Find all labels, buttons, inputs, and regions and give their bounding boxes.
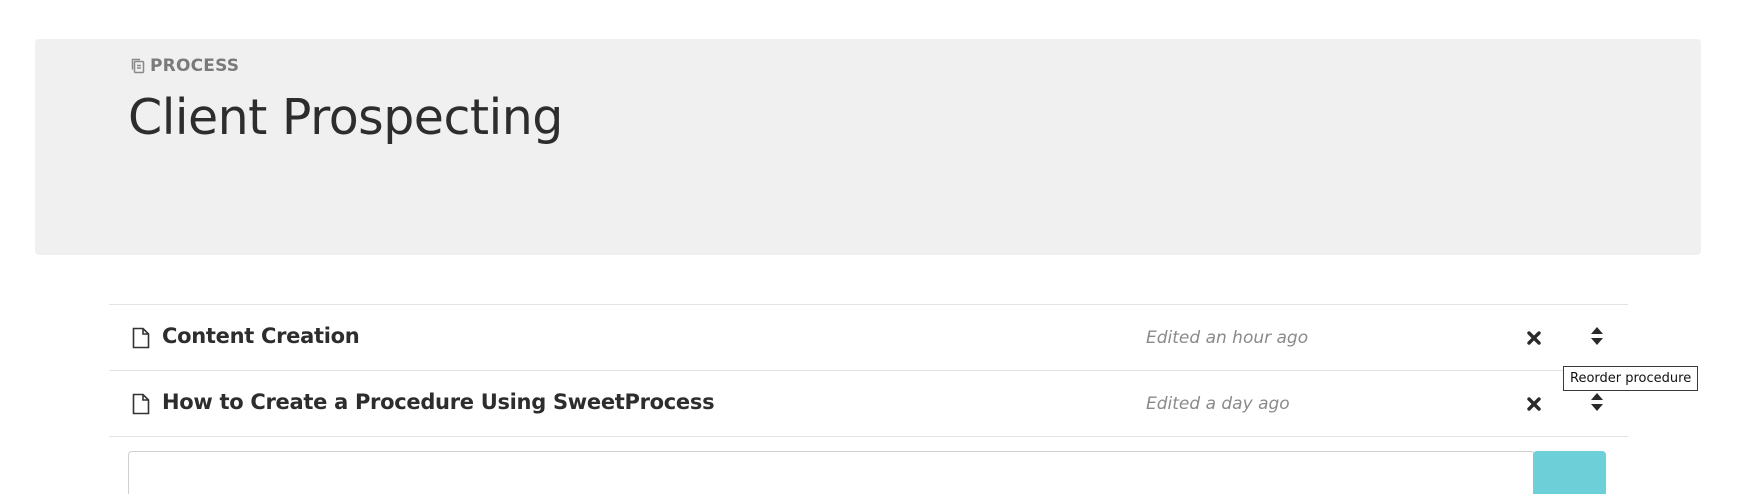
reorder-tooltip: Reorder procedure <box>1563 366 1699 391</box>
process-header: PROCESS Client Prospecting <box>35 39 1701 255</box>
reorder-handle[interactable] <box>1589 389 1605 415</box>
procedure-title-link[interactable]: How to Create a Procedure Using SweetPro… <box>162 390 715 414</box>
close-icon <box>1527 397 1541 411</box>
add-procedure-input[interactable] <box>128 451 1535 494</box>
procedure-row: Content Creation Edited an hour ago <box>109 305 1628 371</box>
edited-timestamp: Edited a day ago <box>1146 394 1290 414</box>
edited-timestamp: Edited an hour ago <box>1146 328 1309 348</box>
copy-icon <box>129 57 147 75</box>
procedure-title-link[interactable]: Content Creation <box>162 324 360 348</box>
sort-icon <box>1591 327 1603 345</box>
remove-procedure-button[interactable] <box>1524 392 1544 416</box>
document-icon <box>132 393 150 415</box>
remove-procedure-button[interactable] <box>1524 326 1544 350</box>
procedure-row: How to Create a Procedure Using SweetPro… <box>109 371 1628 437</box>
page-title: Client Prospecting <box>128 89 563 146</box>
kicker-label: PROCESS <box>150 56 240 76</box>
close-icon <box>1527 331 1541 345</box>
sort-icon <box>1591 393 1603 411</box>
procedure-list: Content Creation Edited an hour ago How … <box>109 304 1628 437</box>
reorder-handle[interactable] <box>1589 323 1605 349</box>
add-procedure-button[interactable] <box>1533 451 1606 494</box>
process-kicker: PROCESS <box>129 56 239 76</box>
document-icon <box>132 327 150 349</box>
